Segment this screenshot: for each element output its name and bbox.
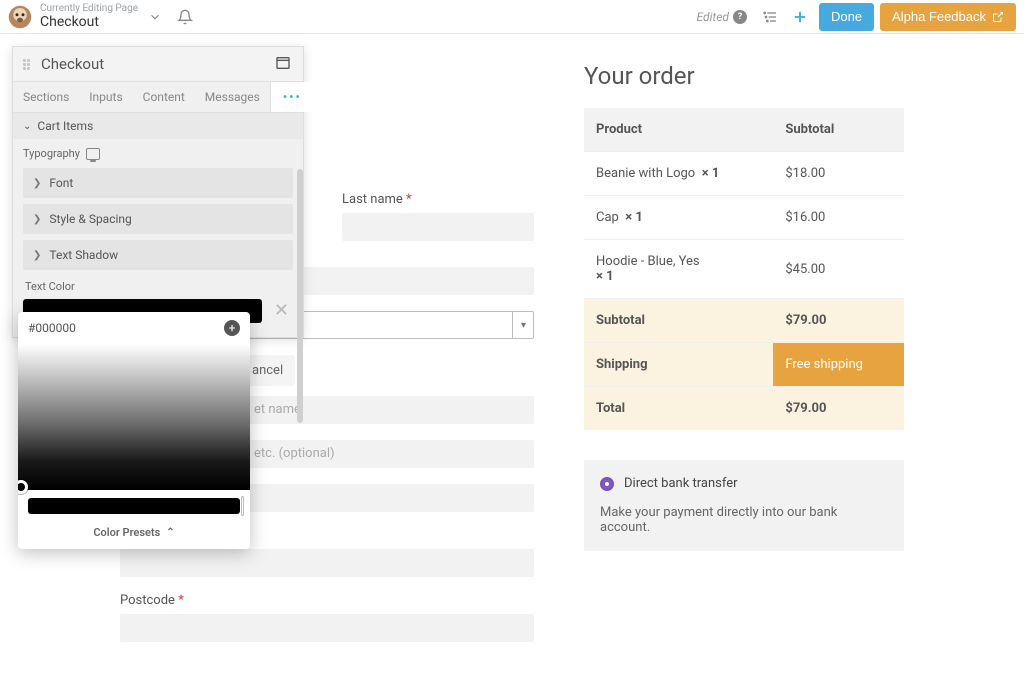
street2-placeholder: etc. (optional) bbox=[254, 446, 335, 461]
order-row: Hoodie - Blue, Yes× 1 $45.00 bbox=[584, 240, 904, 299]
element-editor-panel: Checkout Sections Inputs Content Message… bbox=[12, 46, 304, 338]
add-element-icon[interactable] bbox=[787, 4, 813, 30]
col-subtotal: Subtotal bbox=[773, 108, 904, 152]
done-button[interactable]: Done bbox=[819, 3, 874, 31]
chevron-down-icon: ⌄ bbox=[23, 121, 31, 132]
app-logo-icon bbox=[8, 5, 32, 29]
page-label-block: Currently Editing Page Checkout bbox=[40, 3, 138, 31]
notifications-bell-icon[interactable] bbox=[172, 4, 198, 30]
picker-saturation-area[interactable] bbox=[18, 344, 250, 490]
order-table-header: Product Subtotal bbox=[584, 108, 904, 152]
tab-content[interactable]: Content bbox=[133, 82, 195, 112]
drag-grip-icon[interactable] bbox=[23, 59, 33, 70]
col-product: Product bbox=[584, 108, 773, 152]
chevron-right-icon: ❯ bbox=[33, 214, 41, 225]
panel-title: Checkout bbox=[41, 55, 275, 73]
page-title: Checkout bbox=[40, 14, 138, 30]
order-subtotal-row: Subtotal $79.00 bbox=[584, 299, 904, 343]
hue-handle[interactable] bbox=[241, 496, 244, 516]
last-name-field: Last name * bbox=[342, 192, 534, 241]
order-summary-column: Your order Product Subtotal Beanie with … bbox=[584, 62, 904, 676]
last-name-label: Last name * bbox=[342, 192, 534, 207]
maximize-icon[interactable] bbox=[275, 55, 293, 73]
responsive-device-icon[interactable] bbox=[86, 148, 100, 160]
section-cart-items[interactable]: ⌄ Cart Items bbox=[13, 113, 303, 139]
chevron-up-icon: ⌃ bbox=[166, 527, 174, 538]
order-shipping-row: Shipping Free shipping bbox=[584, 343, 904, 387]
picker-hue-slider[interactable] bbox=[28, 498, 240, 514]
accordion-text-shadow[interactable]: ❯ Text Shadow bbox=[23, 240, 293, 270]
picker-hex-row: #000000 + bbox=[18, 312, 250, 344]
tab-more[interactable]: ••• bbox=[270, 82, 314, 112]
typography-heading: Typography bbox=[23, 147, 293, 160]
chevron-right-icon: ❯ bbox=[33, 178, 41, 189]
picker-handle[interactable] bbox=[18, 480, 28, 494]
color-picker-popover: #000000 + Color Presets ⌃ bbox=[18, 312, 250, 549]
order-table: Product Subtotal Beanie with Logo × 1 $1… bbox=[584, 108, 904, 430]
payment-box: Direct bank transfer Make your payment d… bbox=[584, 460, 904, 551]
text-color-label: Text Color bbox=[25, 280, 293, 293]
payment-method-label: Direct bank transfer bbox=[624, 476, 738, 491]
alpha-feedback-button[interactable]: Alpha Feedback bbox=[880, 3, 1016, 31]
order-row: Beanie with Logo × 1 $18.00 bbox=[584, 152, 904, 196]
chevron-right-icon: ❯ bbox=[33, 250, 41, 261]
panel-header[interactable]: Checkout bbox=[13, 47, 303, 81]
postcode-label: Postcode * bbox=[120, 593, 534, 608]
help-icon[interactable]: ? bbox=[733, 10, 747, 24]
last-name-input[interactable] bbox=[342, 213, 534, 241]
tab-inputs[interactable]: Inputs bbox=[79, 82, 132, 112]
add-preset-icon[interactable]: + bbox=[224, 320, 240, 336]
cancel-chip[interactable]: ancel bbox=[240, 355, 534, 386]
order-title: Your order bbox=[584, 62, 904, 90]
radio-on-icon bbox=[600, 477, 614, 491]
payment-method-option[interactable]: Direct bank transfer bbox=[600, 476, 888, 491]
external-link-icon bbox=[992, 11, 1004, 23]
accordion-font[interactable]: ❯ Font bbox=[23, 168, 293, 198]
postcode-field: Postcode * bbox=[120, 593, 534, 642]
accordion-style-spacing[interactable]: ❯ Style & Spacing bbox=[23, 204, 293, 234]
alpha-feedback-label: Alpha Feedback bbox=[892, 9, 986, 24]
page-switcher-chevron-icon[interactable] bbox=[142, 4, 168, 30]
order-row: Cap × 1 $16.00 bbox=[584, 196, 904, 240]
panel-scrollbar[interactable] bbox=[297, 169, 303, 423]
street-placeholder: et name bbox=[254, 402, 301, 417]
payment-description: Make your payment directly into our bank… bbox=[600, 505, 888, 535]
structure-list-icon[interactable] bbox=[757, 4, 783, 30]
color-presets-toggle[interactable]: Color Presets ⌃ bbox=[18, 520, 250, 549]
top-bar: Currently Editing Page Checkout Edited ?… bbox=[0, 0, 1024, 34]
clear-color-icon[interactable]: ✕ bbox=[270, 302, 293, 320]
panel-body: Typography ❯ Font ❯ Style & Spacing ❯ Te… bbox=[13, 139, 303, 337]
editing-sub-label: Currently Editing Page bbox=[40, 3, 138, 15]
postcode-input[interactable] bbox=[120, 614, 534, 642]
tab-messages[interactable]: Messages bbox=[195, 82, 270, 112]
order-total-row: Total $79.00 bbox=[584, 387, 904, 431]
picker-hex-value[interactable]: #000000 bbox=[28, 321, 76, 335]
edited-status: Edited ? bbox=[697, 10, 747, 24]
county-input[interactable] bbox=[120, 549, 534, 577]
tab-sections[interactable]: Sections bbox=[13, 82, 79, 112]
panel-tabs: Sections Inputs Content Messages ••• bbox=[13, 81, 303, 113]
section-label: Cart Items bbox=[37, 119, 93, 133]
edited-text: Edited bbox=[697, 10, 729, 24]
select-caret-icon[interactable]: ▾ bbox=[512, 311, 534, 339]
